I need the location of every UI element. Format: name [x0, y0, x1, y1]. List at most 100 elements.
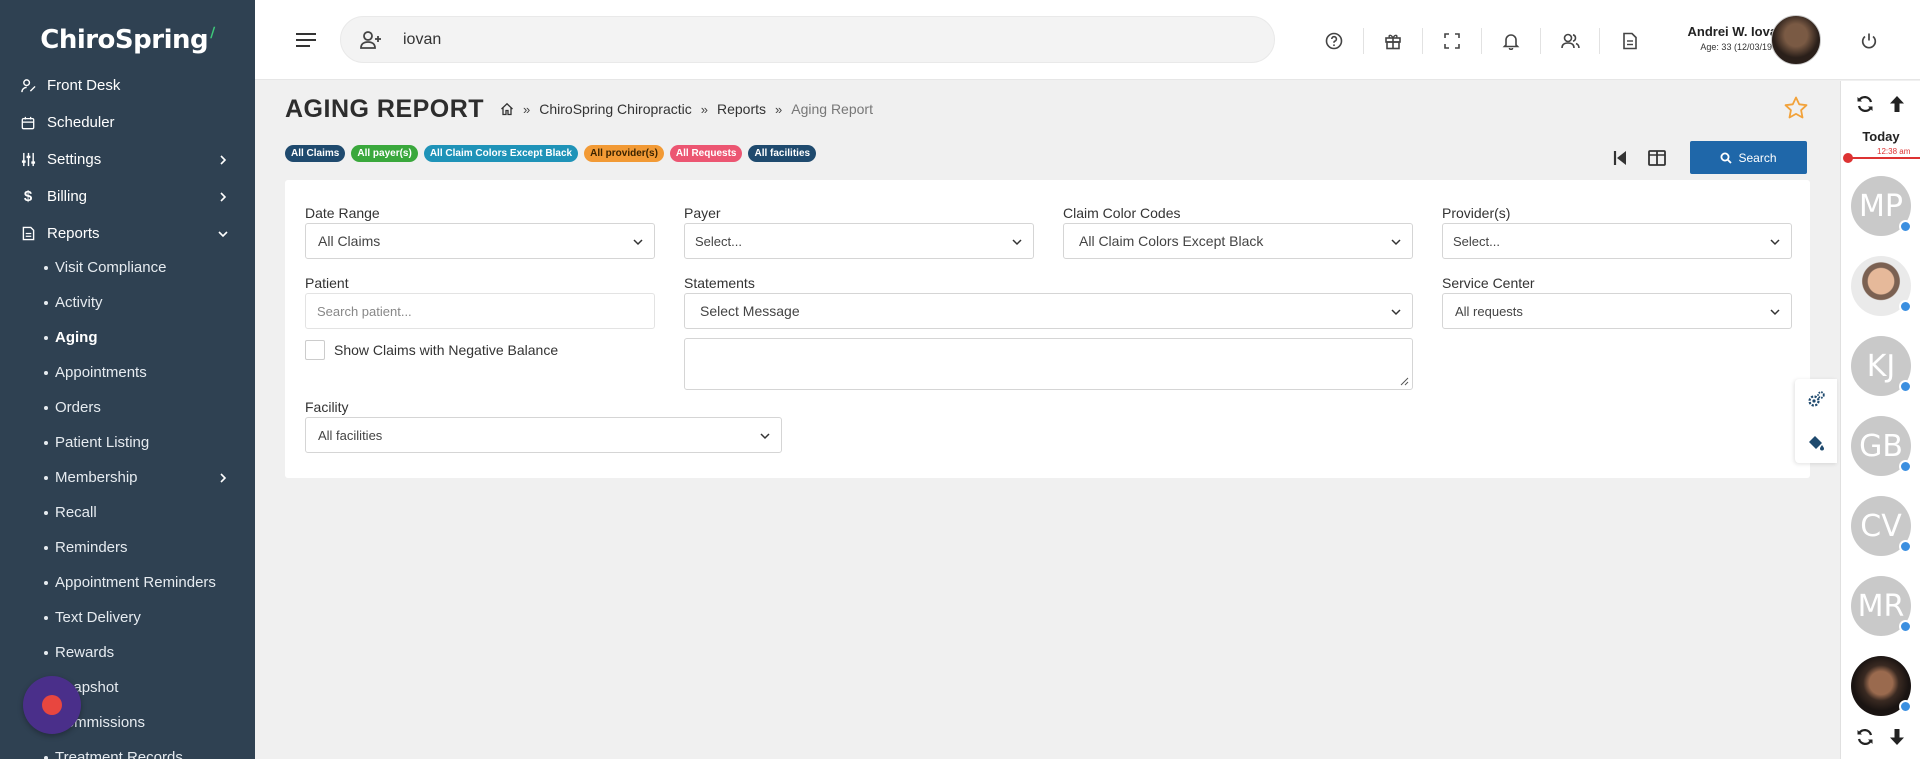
sidebar-subitem-treatment-records[interactable]: Treatment Records: [0, 740, 255, 759]
filter-chip[interactable]: All facilities: [748, 145, 817, 162]
favorite-star-icon[interactable]: [1783, 95, 1809, 121]
fullscreen-button[interactable]: [1423, 28, 1482, 54]
appointment-bubble[interactable]: [1851, 256, 1912, 316]
providers-label: Provider(s): [1442, 205, 1511, 221]
chevron-right-icon: [220, 191, 227, 202]
statement-message-textarea[interactable]: [684, 338, 1413, 390]
statements-select[interactable]: Select Message: [684, 293, 1413, 329]
arrow-up-icon[interactable]: [1887, 94, 1907, 114]
home-icon[interactable]: [500, 102, 514, 116]
filter-chip[interactable]: All Requests: [669, 145, 743, 162]
refresh-icon[interactable]: [1855, 727, 1875, 747]
facility-label: Facility: [305, 399, 349, 415]
sidebar-subitem-activity[interactable]: Activity: [0, 285, 255, 320]
service-center-value: All requests: [1455, 303, 1523, 319]
bullet-icon: [44, 615, 48, 620]
negative-balance-checkbox[interactable]: [305, 340, 325, 360]
gift-icon: [1385, 34, 1401, 50]
breadcrumb-item[interactable]: ChiroSpring Chiropractic: [539, 101, 692, 117]
chevron-down-icon: [1770, 239, 1780, 246]
gift-button[interactable]: [1364, 28, 1423, 54]
sidebar-subitem-label: Reminders: [55, 539, 128, 556]
main-nav: Front Desk Scheduler Settings $ Billing …: [0, 67, 255, 759]
paint-tool[interactable]: [1795, 421, 1837, 463]
filter-chip[interactable]: All payer(s): [351, 145, 418, 162]
sidebar-subitem-recall[interactable]: Recall: [0, 495, 255, 530]
sidebar-subitem-visit-compliance[interactable]: Visit Compliance: [0, 250, 255, 285]
filter-chip[interactable]: All Claim Colors Except Black: [423, 145, 579, 162]
sidebar-item-front-desk[interactable]: Front Desk: [0, 67, 255, 104]
help-icon: [1325, 32, 1343, 50]
power-icon[interactable]: [1860, 32, 1878, 50]
refresh-icon[interactable]: [1855, 94, 1875, 114]
payer-value: Select...: [695, 233, 742, 249]
notifications-button[interactable]: [1482, 28, 1541, 54]
resize-handle-icon[interactable]: [1399, 376, 1409, 386]
statements-label: Statements: [684, 275, 755, 291]
sidebar-subitem-text-delivery[interactable]: Text Delivery: [0, 600, 255, 635]
help-button[interactable]: [1305, 28, 1364, 54]
side-tools: [1795, 379, 1837, 463]
sidebar-subitem-orders[interactable]: Orders: [0, 390, 255, 425]
providers-select[interactable]: Select...: [1442, 223, 1792, 259]
sidebar-subitem-membership[interactable]: Membership: [0, 460, 255, 495]
sidebar-item-settings[interactable]: Settings: [0, 141, 255, 178]
avatar[interactable]: [1771, 15, 1821, 65]
facility-select[interactable]: All facilities: [305, 417, 782, 453]
sidebar-subitem-label: Rewards: [55, 644, 115, 661]
appointment-bubble[interactable]: CV: [1851, 496, 1912, 556]
sidebar-subitem-appointments[interactable]: Appointments: [0, 355, 255, 390]
service-center-select[interactable]: All requests: [1442, 293, 1792, 329]
reports-icon: [20, 226, 36, 242]
bullet-icon: [44, 510, 48, 515]
paint-bucket-icon: [1809, 436, 1824, 451]
sidebar-item-reports[interactable]: Reports: [0, 215, 255, 252]
patient-search-field[interactable]: Search patient...: [305, 293, 655, 329]
right-schedule-panel: Today 12:38 am MP KJ GB CV MR: [1840, 81, 1920, 759]
settings-tool[interactable]: [1795, 379, 1837, 421]
sidebar-subitem-patient-listing[interactable]: Patient Listing: [0, 425, 255, 460]
claim-color-select[interactable]: All Claim Colors Except Black: [1063, 223, 1413, 259]
report-toolbar: Search: [1610, 141, 1807, 174]
sidebar-subitem-rewards[interactable]: Rewards: [0, 635, 255, 670]
record-button[interactable]: [23, 676, 81, 734]
sidebar-subitem-appointment-reminders[interactable]: Appointment Reminders: [0, 565, 255, 600]
online-status-dot: [1899, 620, 1912, 633]
sidebar-subitem-reminders[interactable]: Reminders: [0, 530, 255, 565]
top-icon-bar: [1305, 28, 1659, 54]
add-patient-icon[interactable]: [359, 30, 383, 50]
breadcrumb-separator: »: [775, 101, 783, 117]
sidebar-subitem-aging[interactable]: Aging: [0, 320, 255, 355]
appointment-bubble[interactable]: GB: [1851, 416, 1912, 476]
topbar: Andrei W. Iovan Age: 33 (12/03/1989): [255, 0, 1920, 80]
columns-icon[interactable]: [1647, 148, 1667, 168]
statements-value: Select Message: [700, 303, 800, 319]
appointment-bubble[interactable]: MP: [1851, 176, 1912, 236]
date-range-select[interactable]: All Claims: [305, 223, 655, 259]
users-icon: [1560, 33, 1580, 49]
sidebar-item-label: Front Desk: [47, 77, 121, 94]
appointment-bubble[interactable]: KJ: [1851, 336, 1912, 396]
filter-chip[interactable]: All Claims: [285, 145, 346, 162]
breadcrumb-item[interactable]: Reports: [717, 101, 766, 117]
sidebar-item-scheduler[interactable]: Scheduler: [0, 104, 255, 141]
current-patient-info[interactable]: Andrei W. Iovan Age: 33 (12/03/1989): [1650, 24, 1785, 52]
chevron-down-icon: [1391, 309, 1401, 316]
appointment-bubble[interactable]: [1851, 656, 1912, 716]
arrow-down-icon[interactable]: [1887, 727, 1907, 747]
sidebar-subitem-label: Text Delivery: [55, 609, 141, 626]
users-button[interactable]: [1541, 28, 1600, 54]
appointment-bubble[interactable]: MR: [1851, 576, 1912, 636]
menu-icon[interactable]: [295, 30, 317, 50]
patient-search-input[interactable]: [403, 30, 1003, 49]
skip-back-icon[interactable]: [1610, 148, 1630, 168]
record-icon: [42, 695, 62, 715]
search-button[interactable]: Search: [1690, 141, 1807, 174]
payer-select[interactable]: Select...: [684, 223, 1034, 259]
breadcrumb: » ChiroSpring Chiropractic » Reports » A…: [500, 101, 873, 117]
sidebar-item-billing[interactable]: $ Billing: [0, 178, 255, 215]
bullet-icon: [44, 580, 48, 585]
patient-search-bar: [340, 16, 1275, 63]
filter-chip[interactable]: All provider(s): [584, 145, 664, 162]
bubble-initials: GB: [1859, 428, 1903, 464]
